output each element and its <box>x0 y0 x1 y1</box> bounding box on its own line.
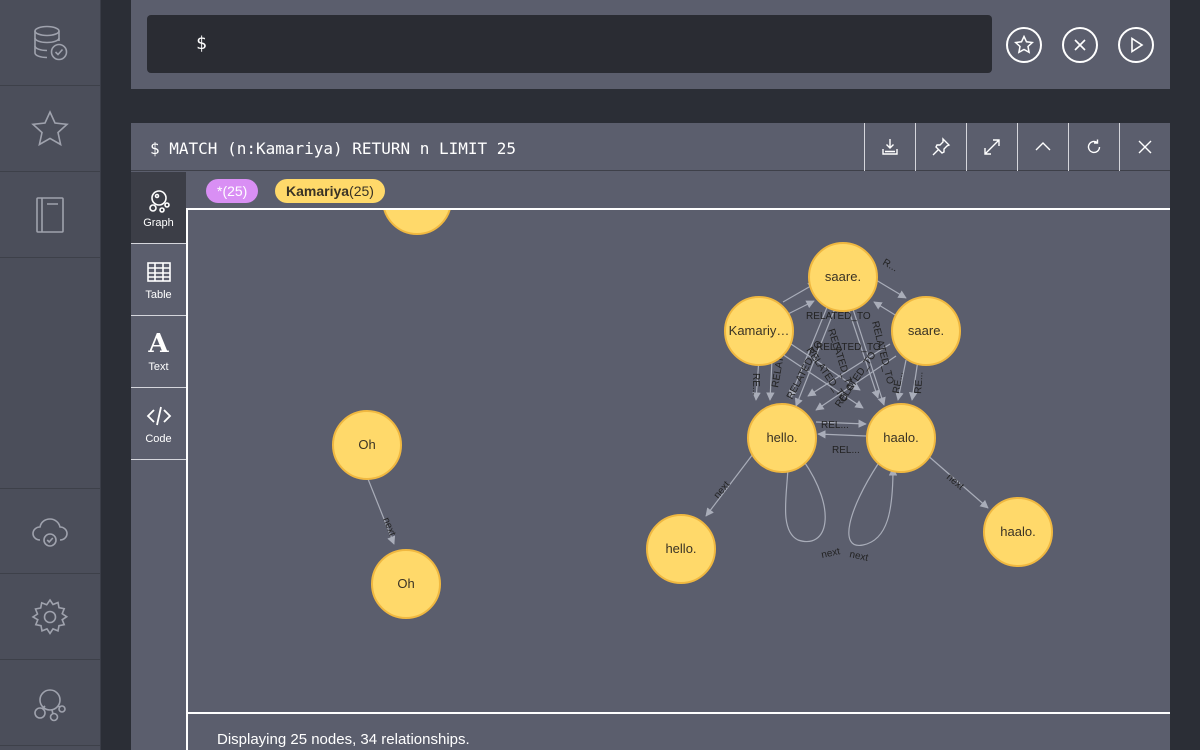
expand-icon <box>984 139 1000 155</box>
view-tabs: Graph Table A Text Code <box>131 172 186 460</box>
star-icon <box>1014 35 1034 54</box>
graph-node[interactable]: Kamariy… <box>724 296 794 366</box>
table-icon <box>146 262 171 282</box>
sidebar <box>0 0 101 750</box>
relationship-edge[interactable] <box>783 459 826 543</box>
export-button[interactable] <box>864 123 915 171</box>
prompt-symbol: $ <box>196 33 207 54</box>
gear-icon <box>31 598 69 635</box>
graph-icon <box>148 190 170 213</box>
legend-all-nodes-pill[interactable]: *(25) <box>206 179 259 203</box>
legend-label-pill[interactable]: Kamariya (25) <box>275 179 385 203</box>
text-icon: A <box>148 329 169 359</box>
relationship-label: next <box>820 546 841 561</box>
node-label: Oh <box>397 576 414 591</box>
graph-node[interactable]: Oh <box>332 410 402 480</box>
node-label: saare. <box>825 269 861 284</box>
pin-icon <box>932 137 951 156</box>
favorite-query-button[interactable] <box>1006 27 1042 63</box>
relationship-label: RE... <box>913 371 926 394</box>
play-icon <box>1131 37 1144 53</box>
node-label: haalo. <box>883 430 918 445</box>
close-icon <box>1074 39 1086 51</box>
graph-node[interactable]: saare. <box>891 296 961 366</box>
fullscreen-button[interactable] <box>966 123 1017 171</box>
relationship-label: RELATED_TO <box>806 311 871 322</box>
graph-canvas[interactable]: next RELATED_TO RELATED_TO R... RELATED_… <box>186 210 1170 712</box>
graph-node[interactable] <box>383 210 451 235</box>
sidebar-item-cloud[interactable] <box>0 488 100 574</box>
sidebar-item-settings[interactable] <box>0 574 100 660</box>
close-frame-button[interactable] <box>1119 123 1170 171</box>
relationship-label: next <box>848 549 869 564</box>
relationship-edge[interactable] <box>817 430 867 439</box>
clear-query-button[interactable] <box>1062 27 1098 63</box>
run-query-button[interactable] <box>1118 27 1154 63</box>
sidebar-item-favorites[interactable] <box>0 86 100 172</box>
tab-table-label: Table <box>145 289 172 301</box>
tab-graph-label: Graph <box>143 217 174 229</box>
graph-node[interactable]: Oh <box>371 549 441 619</box>
collapse-button[interactable] <box>1017 123 1068 171</box>
status-bar: Displaying 25 nodes, 34 relationships. <box>186 712 1170 750</box>
neo4j-logo-icon <box>34 688 66 721</box>
tab-table[interactable]: Table <box>131 244 186 316</box>
frame-actions <box>864 123 1170 171</box>
tab-text[interactable]: A Text <box>131 316 186 388</box>
pin-button[interactable] <box>915 123 966 171</box>
frame-header: $ MATCH (n:Kamariya) RETURN n LIMIT 25 <box>131 123 1170 171</box>
graph-node[interactable]: hello. <box>747 403 817 473</box>
book-icon <box>36 196 64 233</box>
cloud-check-icon <box>32 518 68 547</box>
query-input[interactable]: $ <box>147 15 992 73</box>
close-icon <box>1138 140 1152 154</box>
relationship-label: R... <box>881 257 900 274</box>
relationship-label: next <box>380 516 397 538</box>
node-label: hello. <box>766 430 797 445</box>
legend-label-count: (25) <box>349 183 374 199</box>
chevron-up-icon <box>1035 142 1051 151</box>
sidebar-item-about[interactable] <box>0 660 100 746</box>
graph-legend: *(25) Kamariya (25) <box>186 172 1170 210</box>
relationship-edge[interactable] <box>875 279 907 299</box>
sidebar-item-database[interactable] <box>0 0 100 86</box>
star-icon <box>31 109 69 146</box>
graph-svg[interactable]: next RELATED_TO RELATED_TO R... RELATED_… <box>188 210 1170 712</box>
database-icon <box>34 25 68 60</box>
frame-query-text[interactable]: $ MATCH (n:Kamariya) RETURN n LIMIT 25 <box>150 139 516 158</box>
relationship-edge[interactable] <box>848 463 898 546</box>
tab-code-label: Code <box>145 433 172 445</box>
node-label: hello. <box>665 541 696 556</box>
refresh-icon <box>1087 139 1101 154</box>
tab-graph[interactable]: Graph <box>131 172 186 244</box>
query-editor: $ <box>131 0 1170 89</box>
tab-text-label: Text <box>148 361 169 373</box>
code-icon <box>146 406 171 426</box>
download-icon <box>882 139 898 155</box>
graph-node[interactable]: haalo. <box>983 497 1053 567</box>
node-label: haalo. <box>1000 524 1035 539</box>
rerun-button[interactable] <box>1068 123 1119 171</box>
relationship-label: REL... <box>832 445 860 456</box>
node-label: Kamariy… <box>729 323 790 338</box>
graph-node[interactable]: hello. <box>646 514 716 584</box>
node-label: Oh <box>358 437 375 452</box>
relationship-label: next <box>944 472 966 493</box>
graph-node[interactable]: haalo. <box>866 403 936 473</box>
tab-code[interactable]: Code <box>131 388 186 460</box>
result-frame: $ MATCH (n:Kamariya) RETURN n LIMIT 25 G… <box>131 123 1170 750</box>
graph-node[interactable]: saare. <box>808 242 878 312</box>
legend-label-name: Kamariya <box>286 183 350 199</box>
relationship-label: next <box>712 479 733 501</box>
relationship-label: REL... <box>821 420 849 431</box>
relationship-label: RE... <box>750 373 761 395</box>
node-label: saare. <box>908 323 944 338</box>
sidebar-item-documents[interactable] <box>0 172 100 258</box>
